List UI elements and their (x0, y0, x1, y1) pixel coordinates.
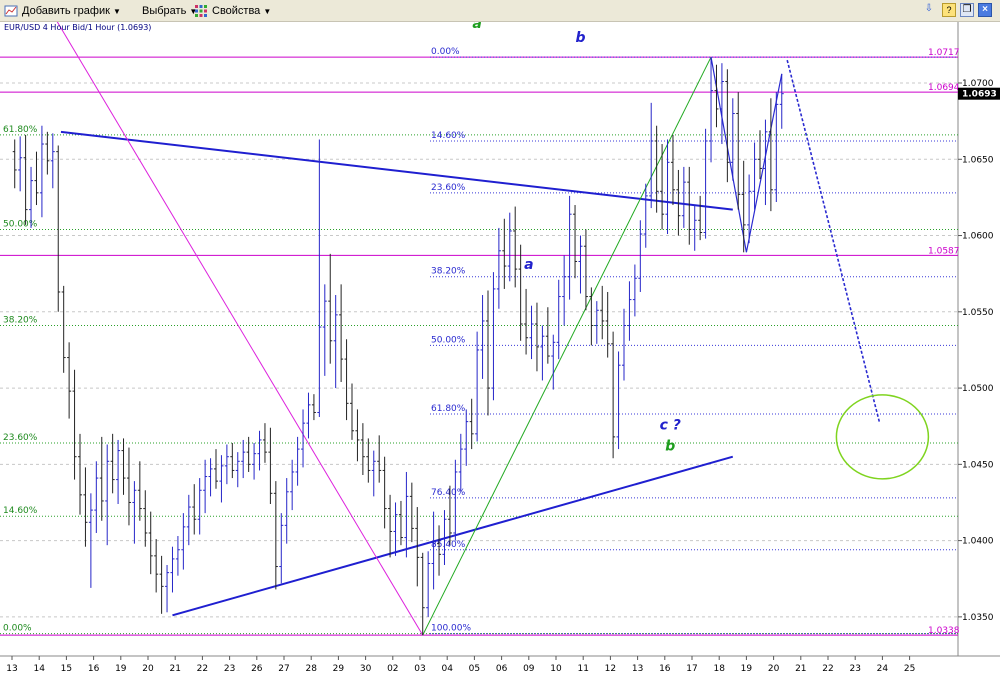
time-tick-label: 22 (197, 664, 208, 674)
price-tick-label: 1.0350 (962, 613, 994, 623)
time-tick-label: 11 (577, 664, 588, 674)
time-tick-label: 21 (169, 664, 180, 674)
time-tick-label: 28 (305, 664, 317, 674)
fib-label: 0.00% (3, 624, 32, 634)
time-tick-label: 19 (115, 664, 127, 674)
price-tick-label: 1.0450 (962, 460, 994, 470)
time-tick-label: 27 (278, 664, 289, 674)
fib-label: 61.80% (3, 125, 38, 135)
time-tick-label: 16 (88, 664, 100, 674)
price-tick-label: 1.0650 (962, 155, 994, 165)
chart-window: Добавить график ▼ Выбрать ▼ Свойства ▼ ⇩… (0, 0, 1000, 674)
level-price-label: 1.0694 (928, 83, 960, 93)
time-tick-label: 13 (6, 664, 17, 674)
time-tick-label: 16 (659, 664, 671, 674)
wave-label: a (524, 257, 533, 273)
price-tick-label: 1.0500 (962, 384, 994, 394)
properties-label: Свойства (212, 5, 261, 17)
time-tick-label: 21 (795, 664, 806, 674)
fib-label: 23.60% (3, 433, 38, 443)
pin-icon[interactable]: ⇩ (922, 3, 936, 17)
time-tick-label: 05 (469, 664, 480, 674)
time-tick-label: 14 (33, 664, 45, 674)
wave-label: a (472, 22, 481, 32)
time-tick-label: 25 (904, 664, 915, 674)
time-tick-label: 24 (877, 664, 889, 674)
price-tick-label: 1.0550 (962, 308, 994, 318)
time-tick-label: 03 (414, 664, 425, 674)
time-tick-label: 17 (686, 664, 697, 674)
price-tick-label: 1.0600 (962, 232, 994, 242)
fib-label: 61.80% (431, 404, 466, 414)
chevron-down-icon: ▼ (263, 6, 272, 16)
close-icon[interactable]: × (978, 3, 992, 17)
fib-label: 0.00% (431, 47, 460, 57)
wave-label: b (575, 30, 585, 46)
fib-label: 14.60% (431, 131, 466, 141)
select-label: Выбрать (142, 5, 187, 17)
wave-label: b (665, 439, 675, 455)
fib-label: 50.00% (431, 335, 466, 345)
fib-label: 14.60% (3, 506, 38, 516)
time-tick-label: 19 (741, 664, 753, 674)
time-tick-label: 12 (605, 664, 616, 674)
price-axis (958, 22, 1000, 674)
time-tick-label: 06 (496, 664, 508, 674)
add-chart-label: Добавить график (22, 5, 110, 17)
help-icon[interactable]: ? (942, 3, 956, 17)
time-tick-label: 22 (822, 664, 833, 674)
time-tick-label: 04 (441, 664, 453, 674)
current-price-label: 1.0693 (962, 90, 997, 100)
chart-toolbar: Добавить график ▼ Выбрать ▼ Свойства ▼ ⇩… (0, 0, 1000, 22)
price-tick-label: 1.0700 (962, 79, 994, 89)
time-tick-label: 23 (224, 664, 235, 674)
time-tick-label: 13 (632, 664, 643, 674)
time-tick-label: 20 (768, 664, 780, 674)
add-chart-icon (4, 5, 18, 17)
level-price-label: 1.0587 (928, 246, 960, 256)
time-tick-label: 30 (360, 664, 372, 674)
properties-button[interactable]: Свойства ▼ (194, 3, 271, 19)
time-tick-label: 29 (333, 664, 345, 674)
add-chart-button[interactable]: Добавить график ▼ (4, 3, 121, 19)
level-price-label: 1.0338 (928, 626, 960, 636)
time-tick-label: 02 (387, 664, 398, 674)
fib-label: 38.20% (431, 267, 466, 277)
time-tick-label: 10 (550, 664, 562, 674)
restore-icon[interactable]: ❐ (960, 3, 974, 17)
chevron-down-icon: ▼ (112, 6, 121, 16)
price-tick-label: 1.0400 (962, 537, 994, 547)
fib-label: 50.00% (3, 219, 38, 229)
fib-label: 38.20% (3, 316, 38, 326)
plot-area (0, 22, 958, 674)
chart-title: EUR/USD 4 Hour Bid/1 Hour (1.0693) (4, 23, 151, 32)
select-menu[interactable]: Выбрать ▼ (142, 3, 197, 19)
time-tick-label: 20 (142, 664, 154, 674)
time-tick-label: 15 (61, 664, 72, 674)
time-tick-label: 09 (523, 664, 535, 674)
time-tick-label: 18 (713, 664, 725, 674)
grid-icon (195, 5, 207, 17)
fib-label: 23.60% (431, 183, 466, 193)
time-tick-label: 26 (251, 664, 263, 674)
wave-label: c ? (660, 417, 681, 433)
fib-label: 100.00% (431, 624, 471, 634)
chart-canvas: 1.07171.06941.05871.0338 61.80%50.00%38.… (0, 22, 1000, 674)
time-tick-label: 23 (849, 664, 860, 674)
